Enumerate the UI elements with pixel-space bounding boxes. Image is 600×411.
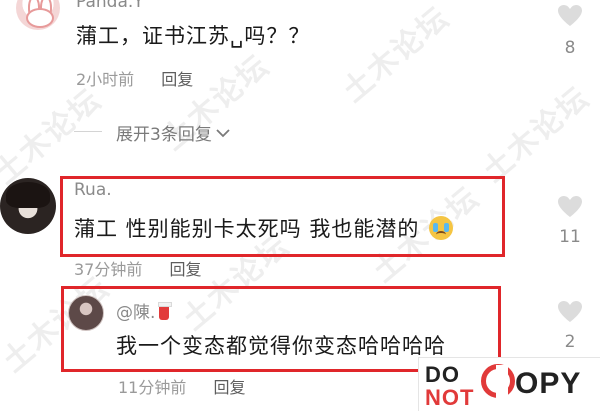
comment-username[interactable]: Rua. <box>74 180 112 200</box>
comment-meta: 37分钟前 回复 <box>74 256 201 280</box>
comment-text: 蒲工，证书江苏␣吗？？ <box>76 24 311 48</box>
copyright-circle-icon <box>481 364 515 399</box>
like-button[interactable]: 8 <box>550 4 590 58</box>
comment-meta: 2小时前 回复 <box>76 66 193 90</box>
drink-cup-icon <box>158 302 173 320</box>
comment-username[interactable]: @陳. <box>116 303 155 323</box>
watermark-text: 土木论坛 <box>475 80 597 190</box>
like-count: 2 <box>564 332 576 352</box>
divider <box>74 131 102 132</box>
avatar[interactable] <box>0 178 56 234</box>
watermark-text: 土木论坛 <box>335 0 457 110</box>
expand-replies-label: 展开3条回复 <box>116 125 212 145</box>
avatar[interactable] <box>68 295 104 331</box>
comment-text: 我一个变态都觉得你变态哈哈哈哈 <box>116 334 446 358</box>
heart-icon <box>558 301 582 322</box>
do-not-copy-badge: DO NOT OPY <box>418 357 600 411</box>
reply-button[interactable]: 回复 <box>213 378 245 397</box>
like-button[interactable]: 11 <box>550 195 590 247</box>
comment-time: 11分钟前 <box>118 378 187 397</box>
reply-button[interactable]: 回复 <box>161 70 193 89</box>
crying-emoji-icon <box>429 216 454 240</box>
watermark-text: 土木论坛 <box>0 82 109 192</box>
comment-text: 蒲工 性别能别卡太死吗 我也能潜的 <box>74 217 420 241</box>
heart-icon <box>558 196 582 217</box>
avatar[interactable] <box>16 0 60 30</box>
comment-username-row: @陳. <box>116 298 173 323</box>
badge-copy-text: OPY <box>515 367 582 400</box>
badge-not-text: NOT <box>425 385 475 410</box>
chevron-down-icon <box>216 128 230 137</box>
expand-replies-button[interactable]: 展开3条回复 <box>116 120 230 145</box>
comment-username[interactable]: Panda.Y <box>76 0 144 12</box>
comment-time: 37分钟前 <box>74 260 143 279</box>
comment-text-row: 蒲工 性别能别卡太死吗 我也能潜的 <box>74 213 454 243</box>
comment-meta: 11分钟前 回复 <box>118 374 245 398</box>
heart-icon <box>558 5 582 26</box>
like-button[interactable]: 2 <box>550 300 590 352</box>
comment-time: 2小时前 <box>76 70 135 89</box>
reply-button[interactable]: 回复 <box>169 260 201 279</box>
like-count: 8 <box>564 38 576 58</box>
like-count: 11 <box>559 227 581 247</box>
